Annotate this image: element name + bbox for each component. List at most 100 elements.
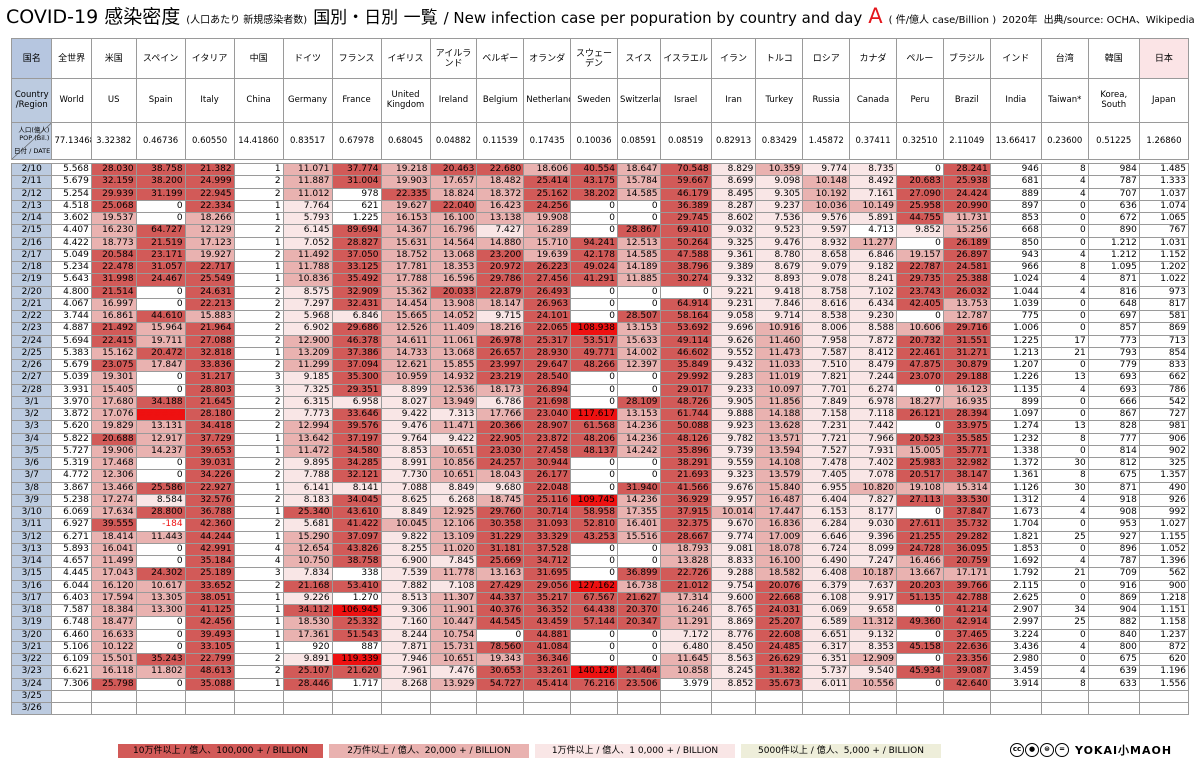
value-cell: 709 xyxy=(1087,567,1140,581)
value-cell xyxy=(755,701,804,716)
value-cell: 12.787 xyxy=(942,309,991,324)
value-cell: 4.067 xyxy=(51,297,92,312)
country-name-en: Peru xyxy=(895,78,944,123)
value-cell: 5.679 xyxy=(51,175,92,189)
value-cell: 9.306 xyxy=(380,603,431,618)
value-cell xyxy=(989,689,1042,704)
value-cell: 57.144 xyxy=(570,616,618,630)
value-cell: 11.307 xyxy=(429,591,478,606)
value-cell: 0 xyxy=(895,677,944,691)
value-cell: 25.207 xyxy=(755,616,804,630)
value-cell: 21.519 xyxy=(135,236,186,250)
value-cell: 28.241 xyxy=(942,162,991,177)
value-cell: 793 xyxy=(1087,346,1140,361)
value-cell: 869 xyxy=(1087,591,1140,606)
date-cell: 2/11 xyxy=(10,175,53,189)
value-cell xyxy=(1040,689,1089,704)
value-cell: 19.906 xyxy=(90,444,137,459)
table-row: 2/14 3.602 19.537 0 18.266 1 5.793 1.225 16.153 1… xyxy=(10,211,1190,226)
value-cell: 3 xyxy=(233,383,284,397)
value-cell: 17.314 xyxy=(659,591,712,606)
value-cell: 7.536 xyxy=(755,211,804,226)
value-cell: 899 xyxy=(989,395,1042,410)
value-cell: 6.274 xyxy=(849,383,897,397)
value-cell: 16.423 xyxy=(476,199,525,214)
value-cell xyxy=(90,689,137,704)
value-cell: 14.733 xyxy=(380,346,431,361)
value-cell: 7.872 xyxy=(849,334,897,348)
value-cell: 9.670 xyxy=(710,518,757,532)
value-cell: 0 xyxy=(135,383,186,397)
value-cell: 28.030 xyxy=(90,162,137,177)
value-cell: 7.637 xyxy=(849,579,897,593)
value-cell: 10.447 xyxy=(429,616,478,630)
date-cell: 2/26 xyxy=(10,358,53,373)
value-cell: 7.845 xyxy=(429,554,478,569)
value-cell: 6.069 xyxy=(802,603,851,618)
value-cell: 32.431 xyxy=(331,297,382,312)
value-cell: 19.908 xyxy=(523,211,572,226)
value-cell: 10.820 xyxy=(849,481,897,495)
value-cell xyxy=(570,701,618,716)
value-cell: 7.730 xyxy=(380,469,431,483)
value-cell: 966 xyxy=(989,260,1042,275)
value-cell: 13.138 xyxy=(476,211,525,226)
value-cell: 30.944 xyxy=(523,456,572,471)
value-cell: 9.957 xyxy=(710,493,757,508)
value-cell: 27.456 xyxy=(523,273,572,287)
value-cell: 13.571 xyxy=(755,432,804,446)
value-cell: 15.665 xyxy=(380,309,431,324)
value-cell: 28.867 xyxy=(616,224,661,238)
value-cell: 89.694 xyxy=(331,224,382,238)
value-cell: 34 xyxy=(1040,603,1089,618)
value-cell: 2.625 xyxy=(989,591,1042,606)
value-cell: 44.244 xyxy=(184,530,235,544)
country-name-jp: トルコ xyxy=(755,38,804,79)
value-cell: 11.778 xyxy=(429,567,478,581)
value-cell: 6.108 xyxy=(802,591,851,606)
value-cell: 0 xyxy=(616,628,661,642)
value-cell: 6.284 xyxy=(802,518,851,532)
value-cell: 12.654 xyxy=(282,542,333,557)
value-cell: 18.384 xyxy=(90,603,137,618)
value-cell: 23.070 xyxy=(895,371,944,385)
value-cell: 43.253 xyxy=(570,530,618,544)
value-cell: 49.771 xyxy=(570,346,618,361)
value-cell: 812 xyxy=(1087,456,1140,471)
date-cell: 3/17 xyxy=(10,591,53,606)
value-cell: 6.011 xyxy=(802,677,851,691)
value-cell: 43.459 xyxy=(523,616,572,630)
corner-pop-label-a: 人口(億人) xyxy=(18,126,50,134)
value-cell: 0 xyxy=(895,162,944,177)
value-cell: 33.652 xyxy=(184,579,235,593)
value-cell: 23.743 xyxy=(895,285,944,299)
value-cell: 672 xyxy=(1087,211,1140,226)
value-cell: 1 xyxy=(233,260,284,275)
value-cell: 2 xyxy=(233,224,284,238)
value-cell: 10.651 xyxy=(429,444,478,459)
page-title: COVID-19 感染密度 (人口あたり 新規感染者数) 国別・日別 一覧 / … xyxy=(6,2,1195,32)
value-cell: 21.514 xyxy=(90,285,137,299)
value-cell: 8.893 xyxy=(755,273,804,287)
value-cell: 8.027 xyxy=(380,395,431,410)
value-cell: 127.162 xyxy=(570,579,618,593)
value-cell: 19.627 xyxy=(380,199,431,214)
value-cell: 40.554 xyxy=(570,162,618,177)
value-cell: 0 xyxy=(570,456,618,471)
value-cell: 867 xyxy=(1087,407,1140,422)
value-cell: 18.216 xyxy=(476,322,525,336)
value-cell: 2 xyxy=(233,248,284,263)
title-source: 出典/source: OCHA、Wikipedia xyxy=(1043,15,1195,26)
value-cell: 779 xyxy=(1087,358,1140,373)
value-cell: -184 xyxy=(135,518,186,532)
value-cell: 22.879 xyxy=(476,285,525,299)
value-cell: 21.645 xyxy=(184,395,235,410)
table-row: 2/22 3.744 16.861 44.610 15.883 2 5.968 6.846 15… xyxy=(10,309,1190,324)
value-cell: 25.189 xyxy=(184,567,235,581)
value-cell: 15.501 xyxy=(90,652,137,667)
value-cell: 0 xyxy=(570,285,618,299)
date-cell: 2/24 xyxy=(10,334,53,348)
by-icon: ● xyxy=(1025,743,1039,757)
value-cell: 47.875 xyxy=(895,358,944,373)
value-cell: 984 xyxy=(1087,162,1140,177)
